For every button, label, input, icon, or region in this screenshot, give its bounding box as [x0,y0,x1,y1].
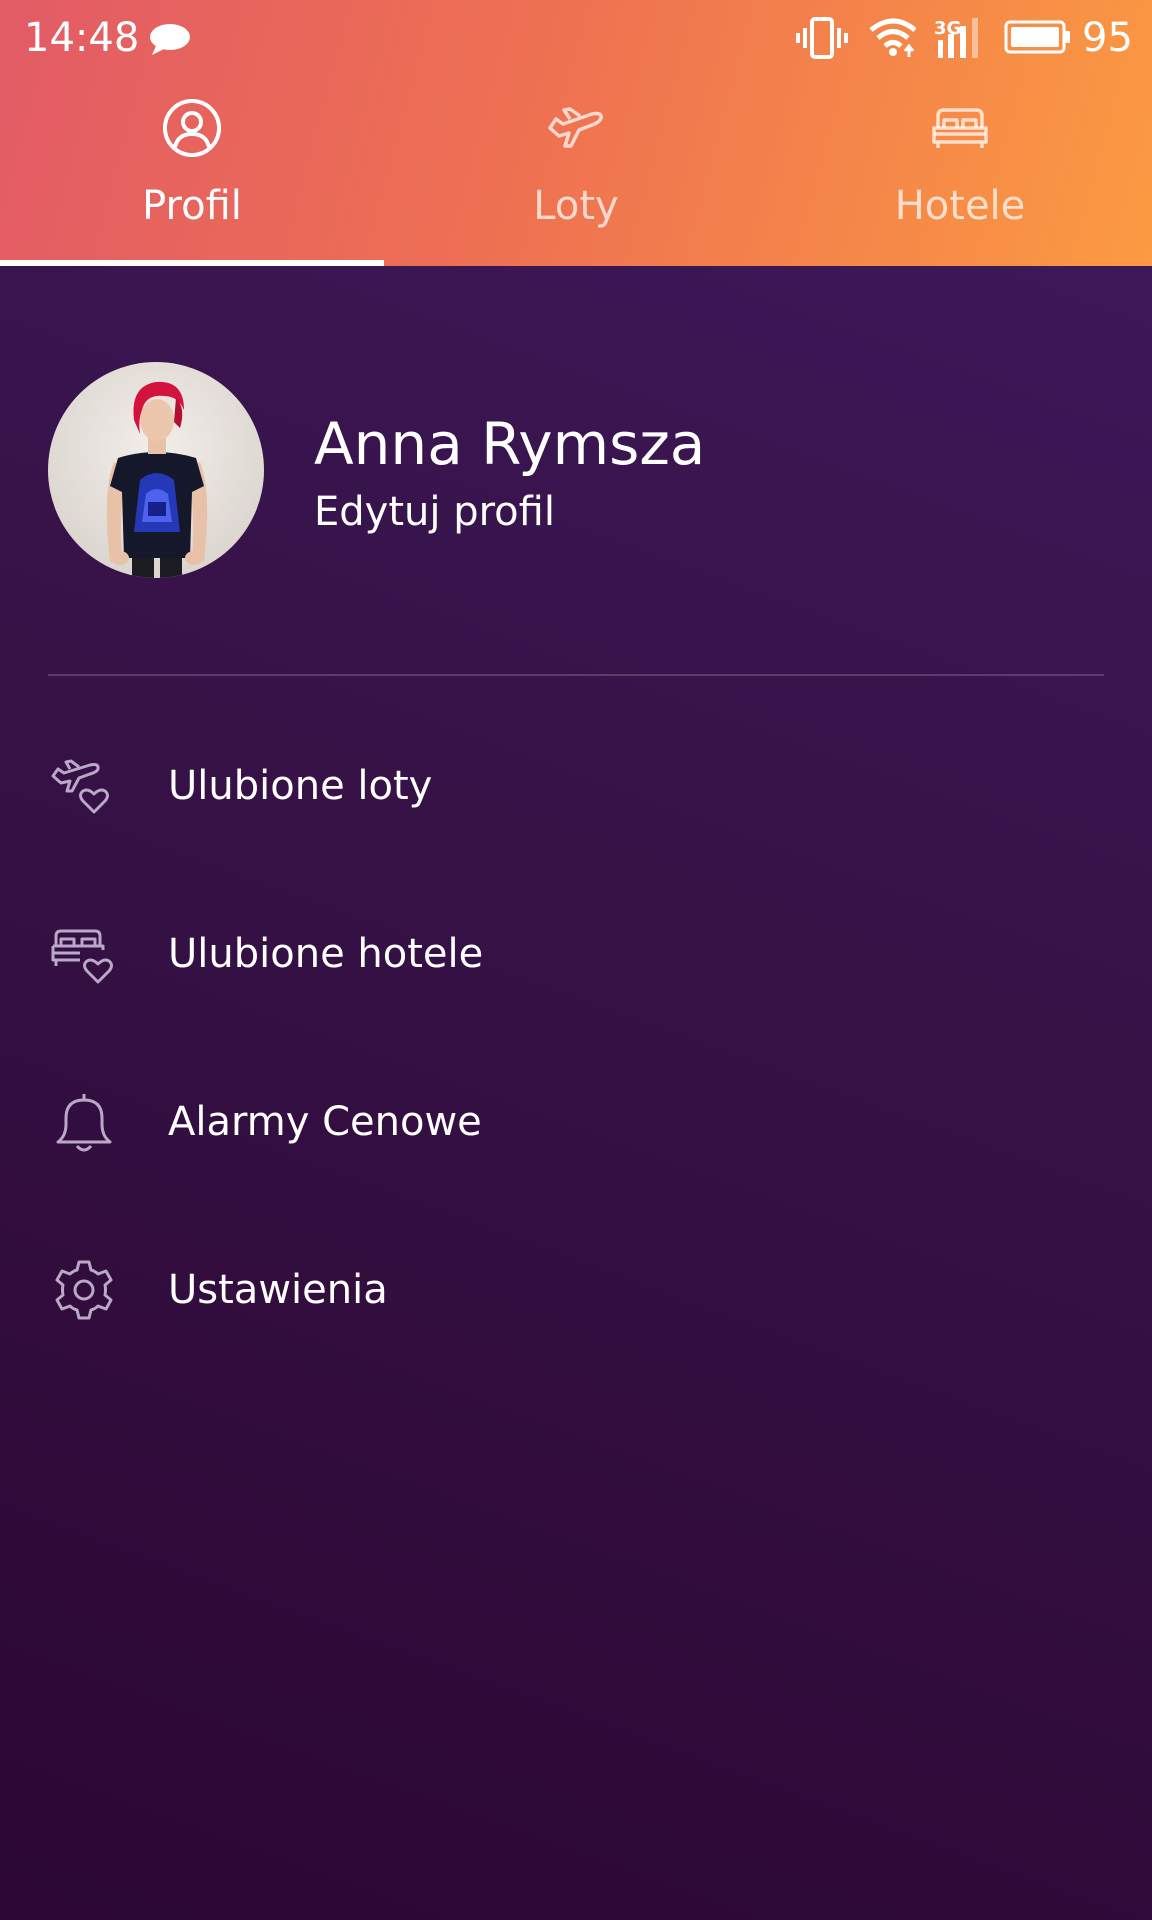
tab-hotele[interactable]: Hotele [768,80,1152,266]
divider [48,674,1104,676]
tab-label: Loty [533,183,619,229]
edit-profile-link[interactable]: Edytuj profil [314,486,555,538]
profile-menu: Ulubione loty Ulubione hotele Alarmy Cen… [0,702,1152,1374]
app-header: 14:48 3G 95 Profil Loty Hotele [0,0,1152,266]
profile-section: Anna Rymsza Edytuj profil [48,362,1104,578]
tab-profil[interactable]: Profil [0,80,384,266]
status-time: 14:48 [24,15,140,61]
plane-icon [548,107,603,148]
menu-item-price-alerts[interactable]: Alarmy Cenowe [0,1038,1152,1206]
tab-label: Hotele [894,183,1026,229]
profile-icon [163,99,221,157]
battery-percentage: 95 [1082,15,1133,61]
svg-text:3G: 3G [934,18,961,39]
message-icon [150,24,190,55]
signal-3g-icon: 3G [934,18,978,58]
menu-item-label: Ulubione loty [168,763,433,809]
menu-item-settings[interactable]: Ustawienia [0,1206,1152,1374]
vibrate-icon [796,17,848,59]
menu-item-favorite-flights[interactable]: Ulubione loty [0,702,1152,870]
menu-item-label: Alarmy Cenowe [168,1099,482,1145]
bed-icon [932,108,988,148]
avatar[interactable] [48,362,264,578]
avatar-image [48,362,264,578]
profile-name: Anna Rymsza [314,410,706,478]
battery-icon [1004,20,1070,54]
menu-item-label: Ustawienia [168,1267,388,1313]
tab-label: Profil [142,183,242,229]
menu-item-label: Ulubione hotele [168,931,484,977]
wifi-icon [869,18,917,57]
active-tab-indicator [0,260,384,266]
favorite-flights-icon [51,759,109,814]
menu-item-favorite-hotels[interactable]: Ulubione hotele [0,870,1152,1038]
bell-icon [56,1094,112,1152]
tab-loty[interactable]: Loty [384,80,768,266]
tab-bar: Profil Loty Hotele [0,80,1152,266]
favorite-hotels-icon [51,929,113,984]
gear-icon [55,1260,113,1320]
status-bar: 14:48 3G 95 [0,0,1152,76]
